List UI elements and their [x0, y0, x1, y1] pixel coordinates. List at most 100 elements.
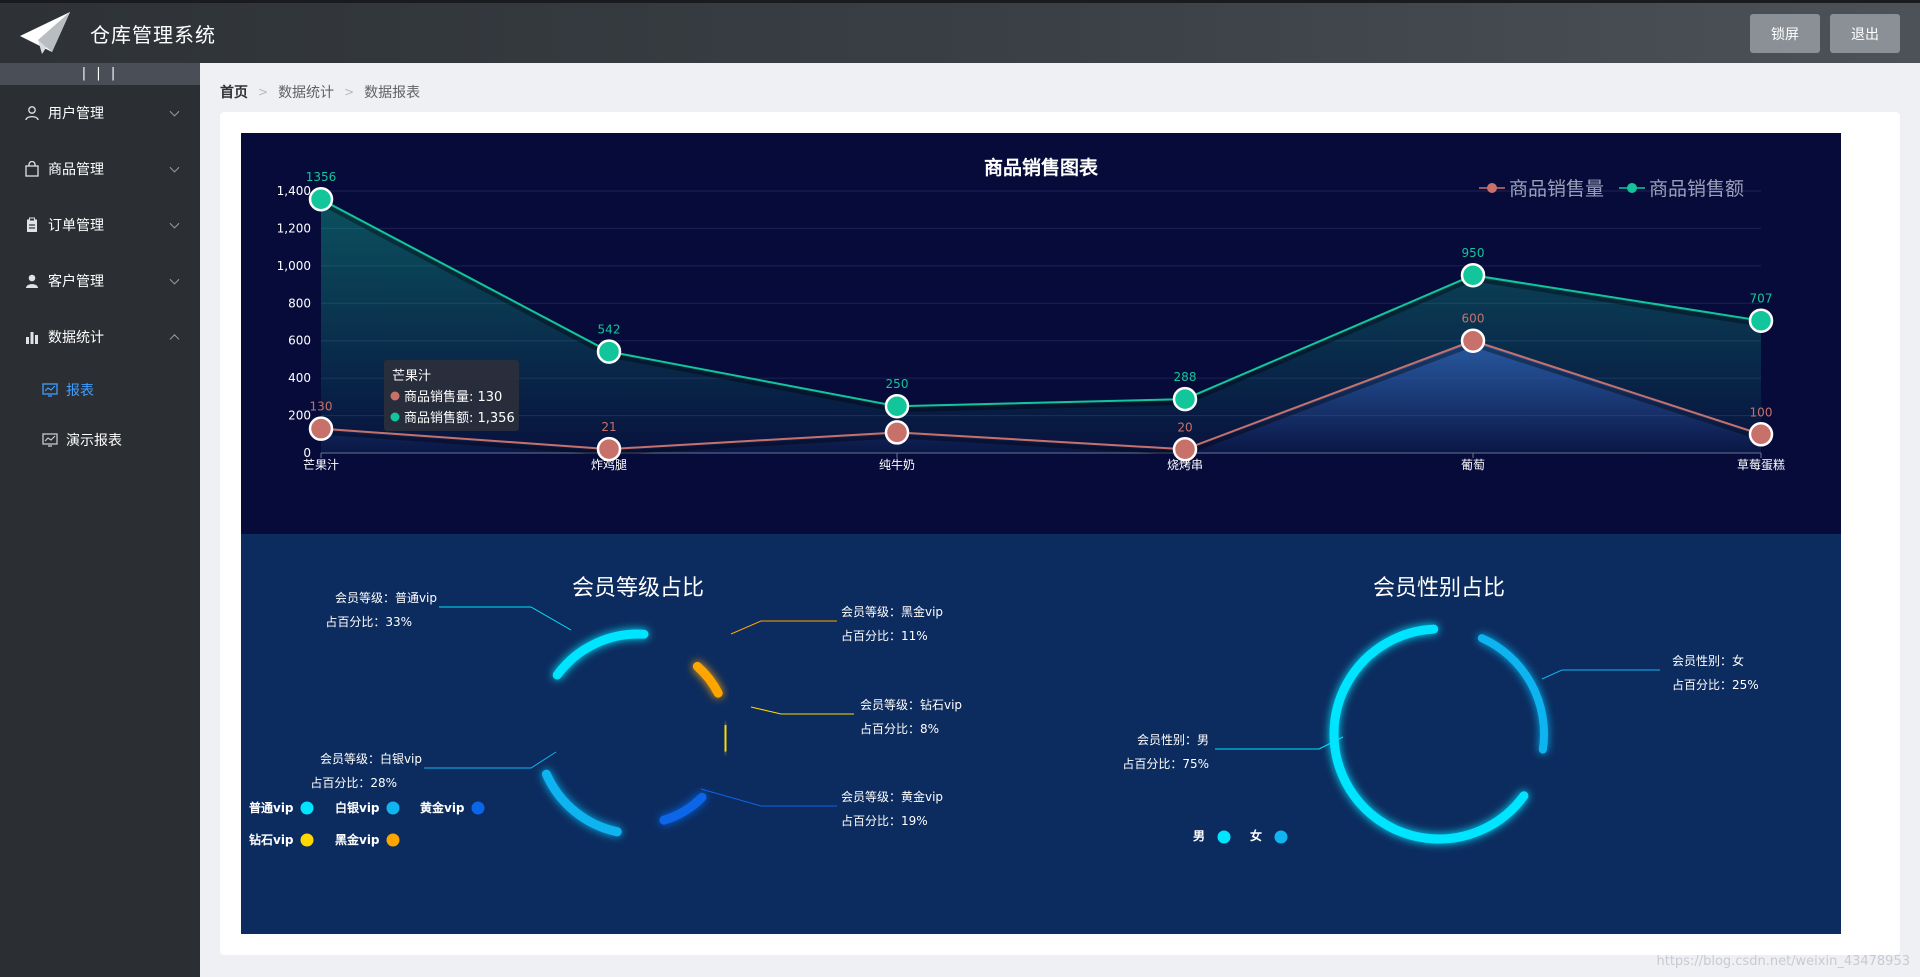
x-tick-label: 纯牛奶 — [879, 457, 915, 472]
data-point[interactable] — [1460, 262, 1486, 288]
chevron-up-icon — [169, 334, 180, 345]
legend-label-sales-volume[interactable]: 商品销售量 — [1509, 178, 1604, 200]
sidebar-item-customer-management[interactable]: 客户管理 — [0, 253, 200, 309]
legend-marker[interactable] — [386, 801, 400, 815]
legend-label[interactable]: 白银vip — [335, 800, 380, 815]
sidebar-subitem-demo-report[interactable]: 演示报表 — [0, 415, 200, 465]
breadcrumb-separator-icon: > — [258, 85, 269, 99]
legend-label-sales-amount[interactable]: 商品销售额 — [1649, 178, 1744, 200]
pie-slice-黄金vip[interactable] — [659, 792, 707, 825]
tooltip-marker — [390, 412, 400, 422]
slice-percent-label: 占百分比：11% — [841, 628, 928, 643]
bag-icon — [25, 161, 39, 177]
slice-label: 会员等级：黄金vip — [841, 789, 943, 804]
breadcrumb-home[interactable]: 首页 — [220, 82, 248, 102]
label-leader-line — [439, 606, 572, 631]
sidebar-item-product-management[interactable]: 商品管理 — [0, 141, 200, 197]
pie-slice-白银vip[interactable] — [541, 769, 622, 837]
breadcrumb-separator-icon: > — [344, 85, 355, 99]
slice-percent-label: 占百分比：25% — [1672, 677, 1759, 692]
x-tick-label: 葡萄 — [1461, 458, 1485, 472]
tooltip-marker — [390, 391, 400, 401]
slice-label: 会员性别：男 — [1137, 733, 1209, 747]
data-label: 542 — [598, 323, 621, 337]
chevron-down-icon — [169, 274, 180, 285]
slice-percent-label: 占百分比：33% — [325, 614, 412, 629]
sidebar-subitem-label: 报表 — [66, 383, 94, 399]
data-point[interactable] — [1460, 328, 1486, 353]
slice-label: 会员等级：黑金vip — [841, 604, 943, 619]
legend-marker[interactable] — [386, 833, 400, 847]
data-label: 950 — [1462, 246, 1485, 260]
data-point[interactable] — [1172, 386, 1198, 412]
data-label: 1356 — [306, 170, 337, 184]
sidebar-item-order-management[interactable]: 订单管理 — [0, 197, 200, 253]
data-point[interactable] — [308, 186, 334, 212]
legend-label[interactable]: 男 — [1193, 829, 1205, 843]
sales-line-chart: 0 200 400 600 800 1,000 1,200 1,400 芒果汁 炸鸡腿 纯牛奶 烧烤串… — [241, 133, 1841, 534]
legend-label[interactable]: 女 — [1250, 828, 1262, 843]
legend-label[interactable]: 黑金vip — [335, 832, 380, 847]
sales-line-chart-svg: 02004006008001,0001,2001,400芒果汁 炸鸡腿 纯牛奶 烧烤串… — [277, 156, 1785, 472]
data-label: 250 — [886, 377, 909, 391]
legend-label[interactable]: 钻石vip — [249, 832, 294, 847]
legend-marker[interactable] — [1274, 830, 1288, 844]
report-icon — [42, 433, 58, 447]
sidebar: | | | 用户管理 商品管理 订单管理 客户管理 数据统计 报表 演示报表 — [0, 63, 200, 977]
data-point[interactable] — [596, 436, 622, 462]
customer-icon — [26, 274, 38, 288]
slice-percent-label: 占百分比：8% — [860, 721, 939, 736]
sidebar-item-user-management[interactable]: 用户管理 — [0, 85, 200, 141]
data-point[interactable] — [1172, 437, 1198, 462]
data-label: 600 — [1462, 312, 1485, 326]
data-point[interactable] — [884, 393, 910, 419]
data-point[interactable] — [884, 420, 910, 445]
legend-label[interactable]: 普通vip — [249, 800, 294, 815]
pie-slice-钻石vip[interactable] — [720, 725, 731, 752]
chart-tooltip: 芒果汁 商品销售量: 130 商品销售额: 1,356 — [384, 360, 519, 431]
app-title: 仓库管理系统 — [90, 22, 216, 47]
sidebar-subitem-report[interactable]: 报表 — [0, 365, 200, 415]
tooltip-title: 芒果汁 — [392, 368, 431, 384]
breadcrumb-item: 数据统计 — [278, 85, 335, 101]
tooltip-row: 商品销售量: 130 — [404, 389, 502, 405]
legend-marker[interactable] — [471, 801, 485, 815]
sidebar-item-label: 数据统计 — [48, 330, 104, 346]
data-label: 20 — [1177, 420, 1192, 434]
sidebar-collapse-toggle[interactable]: | | | — [0, 63, 200, 85]
top-header: 仓库管理系统 锁屏 退出 — [0, 0, 1920, 63]
legend-marker[interactable] — [300, 801, 314, 815]
member-pie-charts: 会员等级占比 会员性别占比 会员等级：普通vip 占百分比：33% 会员等级：白银v… — [241, 534, 1841, 934]
sidebar-item-data-statistics[interactable]: 数据统计 — [0, 309, 200, 365]
data-point[interactable] — [1748, 422, 1774, 447]
data-point[interactable] — [1748, 308, 1774, 333]
tooltip-row: 商品销售额: 1,356 — [404, 410, 515, 426]
lock-screen-button[interactable]: 锁屏 — [1750, 14, 1820, 53]
sidebar-item-label: 商品管理 — [48, 162, 104, 178]
logout-button[interactable]: 退出 — [1830, 14, 1900, 53]
slice-label: 会员等级：白银vip — [320, 751, 422, 766]
slice-percent-label: 占百分比：28% — [310, 775, 397, 790]
data-point[interactable] — [596, 339, 622, 364]
pie-slice-普通vip[interactable] — [552, 629, 649, 680]
sidebar-item-label: 用户管理 — [48, 106, 104, 122]
legend-marker[interactable] — [1217, 830, 1231, 844]
pie-slice-female[interactable] — [1477, 634, 1548, 754]
user-icon — [25, 106, 39, 121]
pie-slice-黑金vip[interactable] — [692, 661, 723, 698]
legend-label[interactable]: 黄金vip — [420, 800, 465, 815]
y-tick-label: 200 — [288, 409, 311, 423]
x-tick-label: 草莓蛋糕 — [1737, 458, 1785, 472]
sidebar-subitem-label: 演示报表 — [66, 433, 122, 449]
x-tick-label: 芒果汁 — [303, 457, 339, 472]
slice-label: 会员等级：普通vip — [335, 591, 437, 605]
slice-percent-label: 占百分比：75% — [1122, 756, 1209, 771]
data-point[interactable] — [308, 416, 334, 441]
data-label: 130 — [310, 400, 333, 414]
pie-slice-male[interactable] — [1329, 624, 1529, 844]
legend-marker[interactable] — [300, 833, 314, 847]
paper-plane-logo-icon — [20, 12, 70, 54]
chart-legend[interactable]: 商品销售量 商品销售额 — [1479, 178, 1744, 200]
slice-label: 会员等级：钻石vip — [860, 697, 962, 712]
legend-marker-sales-volume — [1487, 183, 1497, 193]
